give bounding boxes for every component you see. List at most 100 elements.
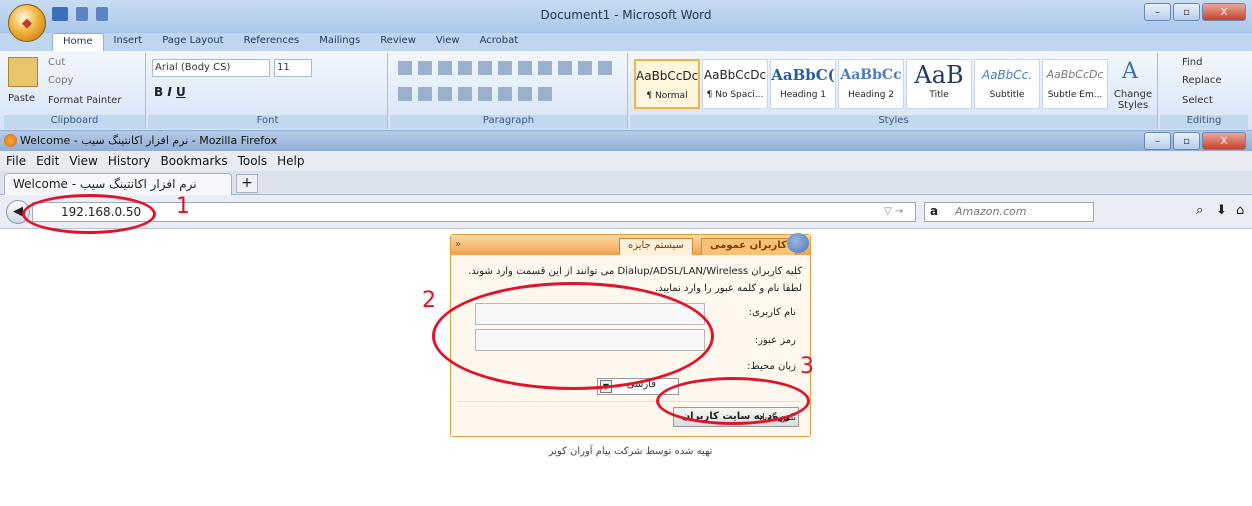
paste-icon[interactable] [8,57,38,87]
username-label: نام کاربری: [748,307,796,318]
menu-tools[interactable]: Tools [238,154,268,168]
styles-label: Styles [630,115,1157,129]
page-footer: تهیه شده توسط شرکت پیام آوران کویر [548,446,713,457]
style-sample: AaBbCcDc [636,69,698,83]
styles-group: AaBbCcDc ¶ Normal AaBbCcDc ¶ No Spaci... A… [630,53,1158,129]
style-normal[interactable]: AaBbCcDc ¶ Normal [634,59,700,109]
home-icon[interactable]: ⌂ [1236,203,1244,218]
search-placeholder: Amazon.com [955,205,1027,218]
login-panel-header: » کاربران عمومی سیستم جایزه [451,233,810,255]
menu-bookmarks[interactable]: Bookmarks [161,154,228,168]
clipboard-group: Paste Cut Copy Format Painter Clipboard [4,53,146,129]
annotation-ellipse-3 [656,377,810,425]
tab-acrobat[interactable]: Acrobat [470,33,529,51]
annotation-number-1: 1 [176,194,190,219]
cut-button[interactable]: Cut [48,57,65,68]
paragraph-tools[interactable] [398,61,618,75]
tab-insert[interactable]: Insert [104,33,153,51]
firefox-window-title: Welcome - نرم افزار اکانتینگ سیب - Mozil… [20,134,278,147]
annotation-ellipse-1 [22,194,156,234]
search-icon[interactable]: ⌕ [1196,203,1203,218]
font-group: Arial (Body CS) 11 B I U Font [148,53,388,129]
format-painter-button[interactable]: Format Painter [48,95,121,106]
editing-group: Find Replace Select Editing [1160,53,1248,129]
download-icon[interactable]: ⬇ [1216,203,1227,218]
font-name-select[interactable]: Arial (Body CS) [152,59,270,77]
tab-page-layout[interactable]: Page Layout [152,33,233,51]
tab-general-users[interactable]: کاربران عمومی [701,238,796,255]
paragraph-group: Paragraph [390,53,628,129]
office-button[interactable]: ◆ [8,4,46,42]
menu-help[interactable]: Help [277,154,304,168]
minimize-icon[interactable]: – [1144,132,1171,150]
change-styles-icon: A [1122,59,1138,84]
firefox-icon [4,134,17,147]
search-bar[interactable]: Amazon.com [924,202,1094,222]
word-window-title: Document1 - Microsoft Word [540,8,712,22]
style-subtitle[interactable]: AaBbCc. Subtitle [974,59,1040,109]
style-subtle-emphasis[interactable]: AaBbCcDc Subtle Em... [1042,59,1108,109]
tab-prize-system[interactable]: سیستم جایزه [619,238,693,255]
menu-history[interactable]: History [108,154,151,168]
language-label: زبان محیط: [747,361,796,372]
amazon-icon[interactable]: a [930,204,938,218]
ribbon: Paste Cut Copy Format Painter Clipboard … [0,51,1252,131]
style-name: Subtitle [989,90,1025,100]
tab-view[interactable]: View [426,33,470,51]
tab-review[interactable]: Review [370,33,426,51]
style-name: Heading 1 [779,90,827,100]
change-styles-button[interactable]: Change Styles [1112,89,1154,111]
clipboard-label: Clipboard [4,115,145,129]
style-title[interactable]: AaB Title [906,59,972,109]
style-sample: AaB [914,61,964,89]
firefox-window-controls: – ▫ X [1144,132,1246,150]
style-name: Title [929,90,949,100]
word-window-controls: – ▫ X [1144,3,1246,21]
font-label: Font [148,115,387,129]
close-icon[interactable]: X [1202,3,1246,21]
style-heading-2[interactable]: AaBbCc Heading 2 [838,59,904,109]
style-heading-1[interactable]: AaBbC( Heading 1 [770,59,836,109]
editing-label: Editing [1160,115,1248,129]
menu-edit[interactable]: Edit [36,154,59,168]
annotation-ellipse-2 [432,282,714,390]
ribbon-tabs: Home Insert Page Layout References Maili… [0,33,1252,51]
url-bar[interactable]: 192.168.0.50 [32,202,916,222]
minimize-icon[interactable]: – [1144,3,1171,21]
tab-references[interactable]: References [234,33,310,51]
paragraph-label: Paragraph [390,115,627,129]
replace-button[interactable]: Replace [1182,75,1222,86]
tab-mailings[interactable]: Mailings [309,33,370,51]
maximize-icon[interactable]: ▫ [1173,132,1200,150]
menu-file[interactable]: File [6,154,26,168]
menu-view[interactable]: View [69,154,97,168]
dropdown-icon[interactable]: ▽ → [884,206,903,217]
style-sample: AaBbC( [771,66,835,84]
firefox-title-bar: Welcome - نرم افزار اکانتینگ سیب - Mozil… [0,131,1252,151]
style-sample: AaBbCc [840,67,902,83]
alignment-tools[interactable] [398,87,558,101]
maximize-icon[interactable]: ▫ [1173,3,1200,21]
style-sample: AaBbCc. [981,68,1033,82]
bold-icon[interactable]: B I U [154,85,186,99]
close-icon[interactable]: X [1202,132,1246,150]
style-name: Subtle Em... [1047,90,1103,100]
users-icon [787,233,809,253]
new-tab-button[interactable]: + [236,174,258,193]
firefox-menu-bar: File Edit View History Bookmarks Tools H… [0,151,1252,171]
style-name: ¶ Normal [646,91,688,101]
find-button[interactable]: Find [1182,57,1203,68]
collapse-icon[interactable]: » [455,239,461,250]
font-size-select[interactable]: 11 [274,59,312,77]
firefox-tab-bar: Welcome - نرم افزار اکانتینگ سیب + [0,171,1252,195]
annotation-number-3: 3 [800,354,814,379]
style-no-spacing[interactable]: AaBbCcDc ¶ No Spaci... [702,59,768,109]
browser-tab[interactable]: Welcome - نرم افزار اکانتینگ سیب [4,173,232,195]
style-name: ¶ No Spaci... [706,90,764,100]
word-title-bar: Document1 - Microsoft Word – ▫ X [0,0,1252,34]
paste-button[interactable]: Paste [8,93,35,104]
tab-home[interactable]: Home [52,33,104,51]
password-label: رمز عبور: [754,335,796,346]
copy-button[interactable]: Copy [48,75,73,86]
select-button[interactable]: Select [1182,95,1213,106]
